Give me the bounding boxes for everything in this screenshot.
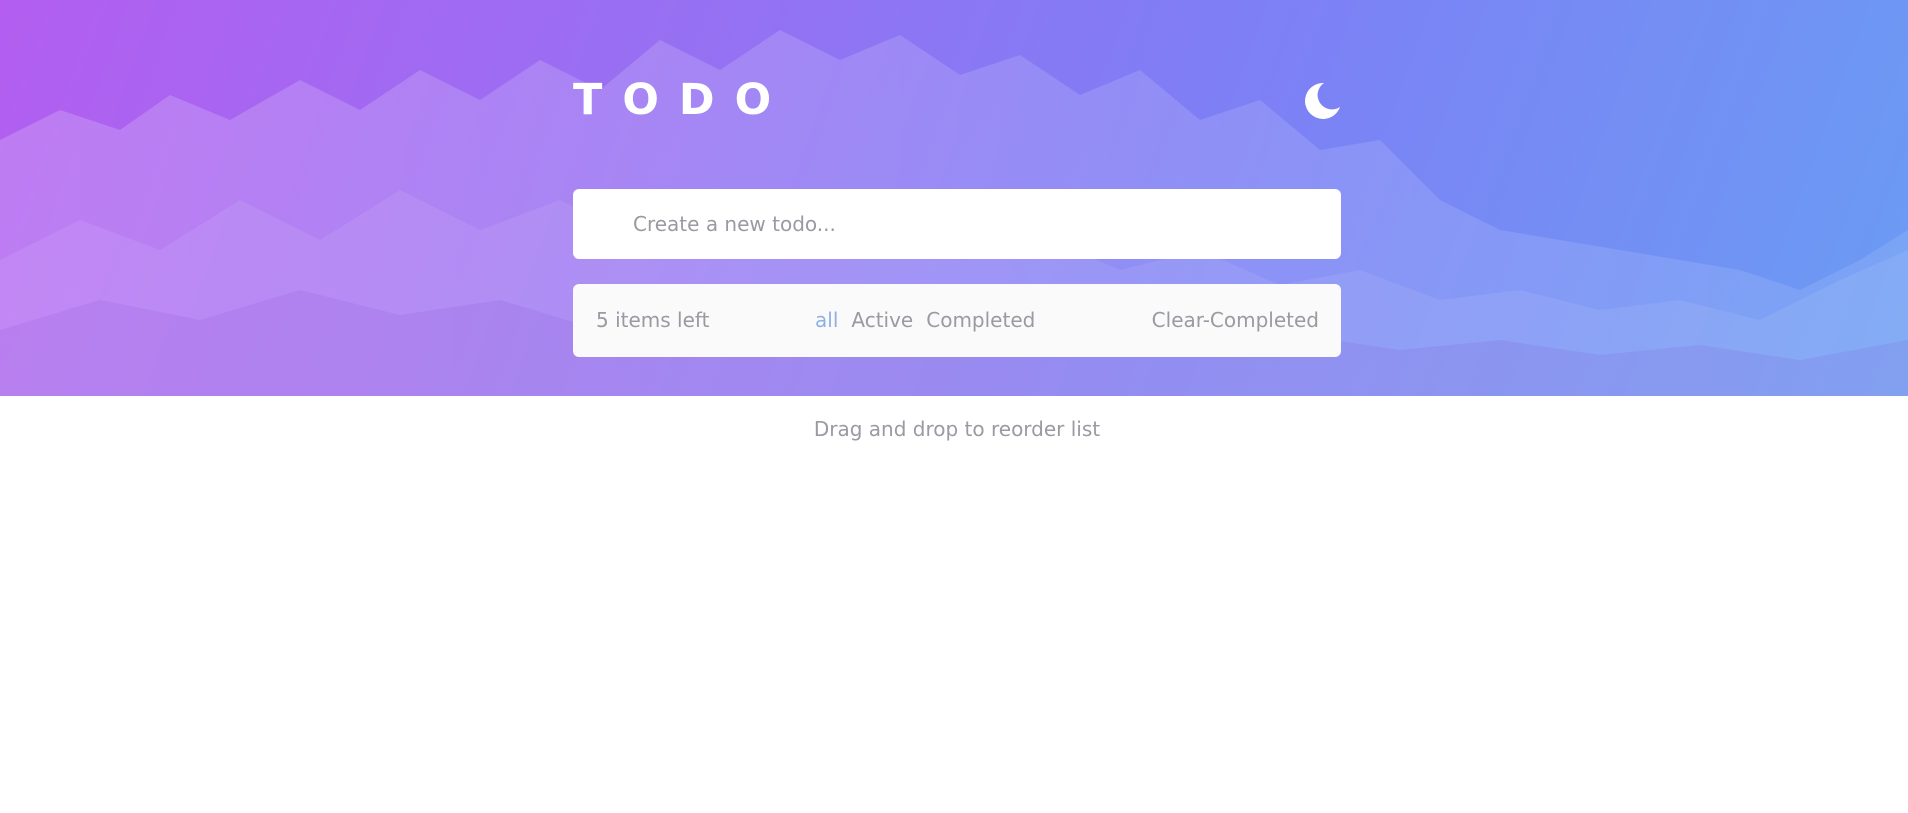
filter-group: all Active Completed: [815, 308, 1035, 332]
new-todo-input[interactable]: [633, 189, 1313, 259]
filter-active[interactable]: Active: [851, 308, 913, 332]
new-todo-field[interactable]: [573, 189, 1341, 259]
moon-icon: [1305, 82, 1340, 119]
app-title: TODO: [573, 75, 792, 125]
header-background: TODO 5 items left all Active Completed C…: [0, 0, 1908, 396]
filter-completed[interactable]: Completed: [926, 308, 1035, 332]
todo-footer-bar: 5 items left all Active Completed Clear-…: [573, 284, 1341, 357]
filter-all[interactable]: all: [815, 308, 838, 332]
drag-drop-hint: Drag and drop to reorder list: [813, 417, 1101, 441]
theme-toggle-button[interactable]: [1302, 81, 1342, 121]
clear-completed-button[interactable]: Clear-Completed: [1152, 308, 1319, 332]
items-left-count: 5 items left: [596, 308, 710, 332]
